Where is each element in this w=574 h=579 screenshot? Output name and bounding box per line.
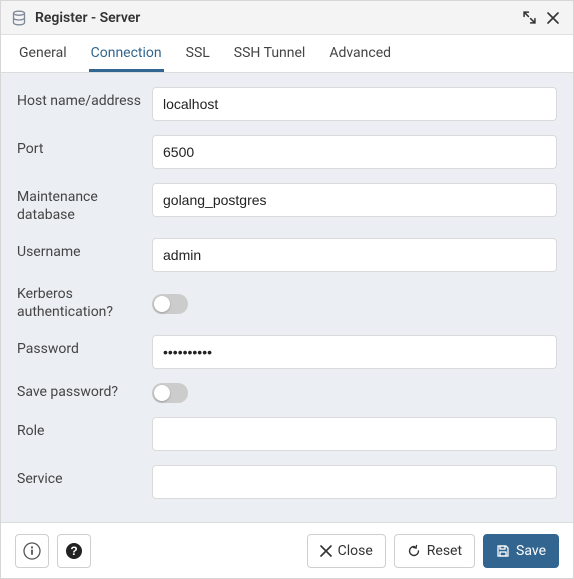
tab-ssh-tunnel[interactable]: SSH Tunnel — [232, 35, 308, 72]
expand-icon[interactable] — [519, 8, 539, 28]
server-icon — [11, 10, 27, 26]
tabs: General Connection SSL SSH Tunnel Advanc… — [1, 35, 573, 73]
kerberos-label: Kerberos authentication? — [17, 286, 152, 321]
save-button-label: Save — [516, 543, 546, 559]
save-password-label: Save password? — [17, 384, 152, 402]
reset-button[interactable]: Reset — [394, 534, 475, 568]
kerberos-toggle[interactable] — [152, 294, 188, 314]
close-button-label: Close — [338, 543, 373, 559]
host-label: Host name/address — [17, 87, 152, 111]
close-button[interactable]: Close — [307, 534, 386, 568]
service-input[interactable] — [152, 465, 557, 499]
form-area: Host name/address Port Maintenance datab… — [1, 73, 573, 522]
host-input[interactable] — [152, 87, 557, 121]
service-label: Service — [17, 465, 152, 489]
username-input[interactable] — [152, 238, 557, 272]
help-button[interactable]: ? — [57, 534, 91, 568]
password-input[interactable] — [152, 335, 557, 369]
register-server-dialog: Register - Server General Connection SSL… — [0, 0, 574, 579]
tab-advanced[interactable]: Advanced — [327, 35, 393, 72]
save-button[interactable]: Save — [483, 534, 559, 568]
svg-text:?: ? — [70, 544, 77, 558]
username-label: Username — [17, 238, 152, 262]
maintenance-db-input[interactable] — [152, 183, 557, 217]
role-label: Role — [17, 417, 152, 441]
save-icon — [496, 544, 510, 558]
dialog-title: Register - Server — [35, 10, 515, 26]
maintenance-db-label: Maintenance database — [17, 183, 152, 224]
reset-icon — [407, 544, 421, 558]
close-icon[interactable] — [543, 8, 563, 28]
save-password-toggle[interactable] — [152, 383, 188, 403]
info-button[interactable] — [15, 534, 49, 568]
footer: ? Close Reset Save — [1, 522, 573, 578]
password-label: Password — [17, 335, 152, 359]
titlebar: Register - Server — [1, 1, 573, 35]
tab-ssl[interactable]: SSL — [184, 35, 212, 72]
tab-connection[interactable]: Connection — [89, 35, 164, 72]
tab-general[interactable]: General — [17, 35, 69, 72]
port-label: Port — [17, 135, 152, 159]
reset-button-label: Reset — [427, 543, 462, 559]
x-icon — [320, 545, 332, 557]
port-input[interactable] — [152, 135, 557, 169]
role-input[interactable] — [152, 417, 557, 451]
